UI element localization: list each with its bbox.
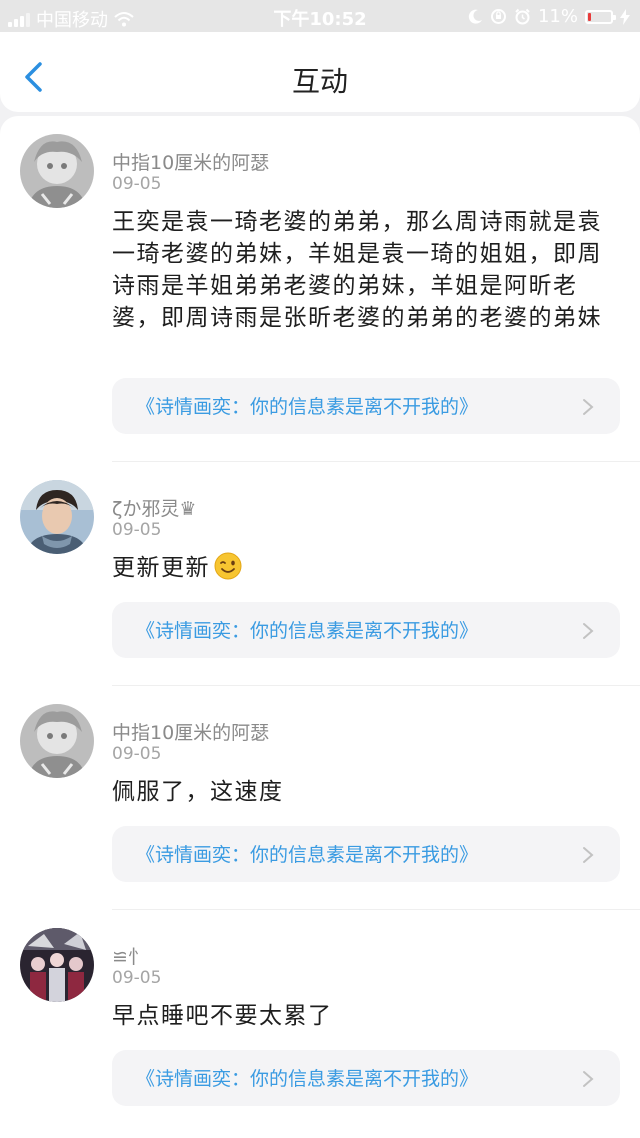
avatar[interactable] [20, 928, 94, 1002]
rotation-lock-icon [490, 9, 506, 24]
moon-icon [468, 9, 482, 24]
page-title: 互动 [291, 65, 348, 98]
comment-item: ≌忄 09-05 早点睡吧不要太累了 《诗情画奕：你的信息素是离不开我的》 [0, 910, 640, 1134]
comment-text: 早点睡吧不要太累了 [112, 1000, 612, 1032]
comment-date: 09-05 [112, 744, 162, 764]
avatar[interactable] [20, 704, 94, 778]
story-link-card[interactable]: 《诗情画奕：你的信息素是离不开我的》 [112, 1050, 620, 1106]
chevron-right-icon [583, 847, 594, 863]
story-link-card[interactable]: 《诗情画奕：你的信息素是离不开我的》 [112, 826, 620, 882]
status-bar: 中国移动 下午10:52 11% [0, 0, 640, 32]
comment-item: 中指10厘米的阿瑟 09-05 王奕是袁一琦老婆的弟弟，那么周诗雨就是袁一琦老婆… [0, 116, 640, 462]
comment-item: ζか邪灵♛ 09-05 更新更新 《诗情画奕：你的信息素是离不开我的》 [0, 462, 640, 686]
comment-text-body: 更新更新 [112, 555, 210, 581]
username[interactable]: 中指10厘米的阿瑟 [112, 148, 269, 175]
battery-icon [585, 9, 616, 24]
chevron-right-icon [583, 1071, 594, 1087]
comment-text: 更新更新 [112, 552, 612, 584]
avatar[interactable] [20, 134, 94, 208]
comment-text: 佩服了，这速度 [112, 776, 612, 808]
story-link-title: 《诗情画奕：你的信息素是离不开我的》 [136, 844, 479, 866]
comment-text: 王奕是袁一琦老婆的弟弟，那么周诗雨就是袁一琦老婆的弟妹，羊姐是袁一琦的姐姐，即周… [112, 206, 612, 334]
username[interactable]: ζか邪灵♛ [112, 494, 196, 521]
status-bar-right: 11% [467, 6, 630, 27]
comment-text-body: 王奕是袁一琦老婆的弟弟，那么周诗雨就是袁一琦老婆的弟妹，羊姐是袁一琦的姐姐，即周… [112, 209, 602, 331]
story-link-title: 《诗情画奕：你的信息素是离不开我的》 [136, 1068, 479, 1090]
chevron-right-icon [583, 623, 594, 639]
username[interactable]: ≌忄 [112, 942, 147, 969]
story-link-title: 《诗情画奕：你的信息素是离不开我的》 [136, 620, 479, 642]
comment-text-body: 早点睡吧不要太累了 [112, 1003, 333, 1029]
charging-bolt-icon [620, 8, 630, 25]
story-link-card[interactable]: 《诗情画奕：你的信息素是离不开我的》 [112, 378, 620, 434]
story-link-title: 《诗情画奕：你的信息素是离不开我的》 [136, 396, 479, 418]
navigation-bar: 互动 [0, 32, 640, 112]
story-link-card[interactable]: 《诗情画奕：你的信息素是离不开我的》 [112, 602, 620, 658]
avatar[interactable] [20, 480, 94, 554]
interaction-list: 中指10厘米的阿瑟 09-05 王奕是袁一琦老婆的弟弟，那么周诗雨就是袁一琦老婆… [0, 116, 640, 1138]
username[interactable]: 中指10厘米的阿瑟 [112, 718, 269, 745]
comment-item: 中指10厘米的阿瑟 09-05 佩服了，这速度 《诗情画奕：你的信息素是离不开我… [0, 686, 640, 910]
alarm-icon [515, 8, 530, 25]
comment-date: 09-05 [112, 520, 162, 540]
comment-text-body: 佩服了，这速度 [112, 779, 284, 805]
winking-face-icon [214, 552, 242, 580]
chevron-right-icon [583, 399, 594, 415]
battery-percent: 11% [537, 6, 578, 27]
comment-date: 09-05 [112, 968, 162, 988]
comment-date: 09-05 [112, 174, 162, 194]
